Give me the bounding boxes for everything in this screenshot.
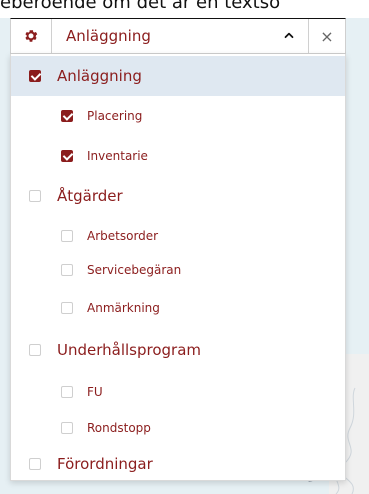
gear-icon xyxy=(25,30,38,42)
option-underhallsprogram[interactable]: Underhållsprogram xyxy=(11,330,345,370)
option-fu[interactable]: FU xyxy=(11,374,345,410)
category-dropdown-header[interactable]: Anläggning × xyxy=(10,18,346,54)
chevron-up-icon[interactable] xyxy=(282,29,296,43)
checkbox-unchecked[interactable] xyxy=(61,264,73,276)
category-select[interactable]: Anläggning xyxy=(52,19,309,53)
clear-selection-button[interactable]: × xyxy=(309,19,345,53)
option-label: Inventarie xyxy=(87,149,148,163)
option-anlaggning[interactable]: Anläggning xyxy=(11,56,345,96)
option-atgarder[interactable]: Åtgärder xyxy=(11,176,345,216)
checkbox-unchecked[interactable] xyxy=(29,344,41,356)
checkbox-checked[interactable] xyxy=(61,110,73,122)
option-label: Anläggning xyxy=(57,67,142,85)
option-label: Åtgärder xyxy=(57,187,123,205)
checkbox-checked[interactable] xyxy=(29,70,41,82)
option-label: Servicebegäran xyxy=(87,263,182,277)
checkbox-unchecked[interactable] xyxy=(61,386,73,398)
option-arbetsorder[interactable]: Arbetsorder xyxy=(11,218,345,254)
checkbox-unchecked[interactable] xyxy=(61,230,73,242)
option-rondstopp[interactable]: Rondstopp xyxy=(11,410,345,446)
option-label: Förordningar xyxy=(57,455,153,473)
settings-button[interactable] xyxy=(11,19,52,53)
category-options-list[interactable]: Anläggning Placering Inventarie Åtgärder… xyxy=(10,54,346,481)
clipped-top-text: eberoende om det är en textsö xyxy=(0,0,369,10)
option-label: Rondstopp xyxy=(87,421,151,435)
selected-category-label: Anläggning xyxy=(66,27,151,45)
option-label: Anmärkning xyxy=(87,301,160,315)
option-placering[interactable]: Placering xyxy=(11,98,345,134)
option-label: Underhållsprogram xyxy=(57,341,202,359)
checkbox-checked[interactable] xyxy=(61,150,73,162)
checkbox-unchecked[interactable] xyxy=(61,302,73,314)
checkbox-unchecked[interactable] xyxy=(29,190,41,202)
close-icon: × xyxy=(320,26,334,46)
option-anmarkning[interactable]: Anmärkning xyxy=(11,290,345,326)
option-label: Arbetsorder xyxy=(87,229,159,243)
option-servicebegaran[interactable]: Servicebegäran xyxy=(11,252,345,288)
checkbox-unchecked[interactable] xyxy=(29,458,41,470)
option-forordningar[interactable]: Förordningar xyxy=(11,448,345,480)
option-label: FU xyxy=(87,385,103,399)
checkbox-unchecked[interactable] xyxy=(61,422,73,434)
option-inventarie[interactable]: Inventarie xyxy=(11,138,345,174)
option-label: Placering xyxy=(87,109,143,123)
